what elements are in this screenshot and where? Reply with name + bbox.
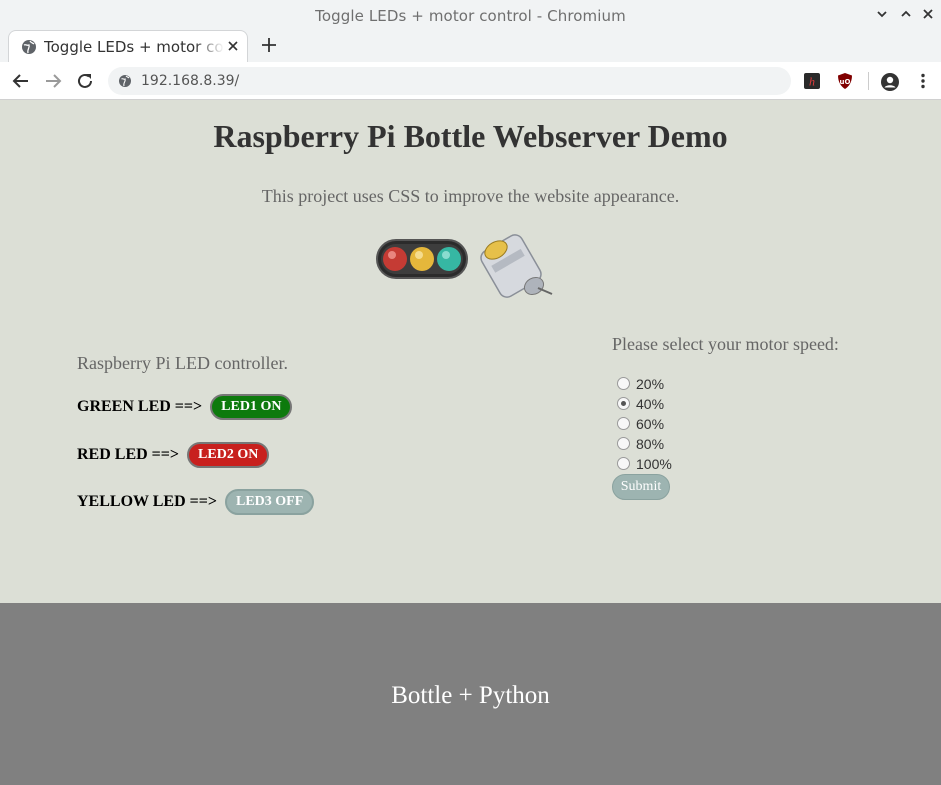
led-controller-heading: Raspberry Pi LED controller. <box>77 353 288 373</box>
minimize-icon[interactable] <box>873 5 891 23</box>
address-bar[interactable]: 192.168.8.39/ <box>108 67 791 95</box>
window-title: Toggle LEDs + motor control - Chromium <box>315 7 626 25</box>
led-row-yellow: YELLOW LED ==> LED3 OFF <box>77 489 315 515</box>
site-info-icon[interactable] <box>118 74 132 93</box>
speed-label-60: 60% <box>636 416 665 432</box>
header-images <box>376 228 566 313</box>
led-row-green: GREEN LED ==> LED1 ON <box>77 394 293 420</box>
forward-arrow-icon[interactable] <box>42 70 64 92</box>
speed-radio-60[interactable] <box>617 417 630 430</box>
led2-toggle-button[interactable]: LED2 ON <box>187 442 270 468</box>
profile-icon[interactable] <box>880 72 899 91</box>
motor-speed-form: Please select your motor speed: 20% 40% … <box>612 334 839 500</box>
page-content: Raspberry Pi Bottle Webserver Demo This … <box>0 101 941 603</box>
reload-icon[interactable] <box>74 70 96 92</box>
svg-text:uO: uO <box>840 78 851 86</box>
kebab-menu-icon[interactable] <box>914 72 932 90</box>
led1-toggle-button[interactable]: LED1 ON <box>210 394 293 420</box>
tab-title: Toggle LEDs + motor control <box>44 38 224 56</box>
tab-strip: Toggle LEDs + motor control <box>0 30 941 62</box>
speed-label-80: 80% <box>636 436 665 452</box>
speed-label-40: 40% <box>636 396 665 412</box>
page-subtitle: This project uses CSS to improve the web… <box>261 186 680 206</box>
close-window-icon[interactable] <box>919 5 937 23</box>
speed-radio-40[interactable] <box>617 397 630 410</box>
window-titlebar: Toggle LEDs + motor control - Chromium <box>0 0 941 30</box>
new-tab-icon[interactable] <box>258 34 280 56</box>
submit-button[interactable]: Submit <box>612 474 670 500</box>
footer-text: Bottle + Python <box>391 682 550 709</box>
ublock-icon[interactable]: uO <box>836 72 854 90</box>
svg-text:h: h <box>809 75 815 89</box>
maximize-icon[interactable] <box>897 5 915 23</box>
speed-label-20: 20% <box>636 376 665 392</box>
traffic-light-image <box>376 234 553 298</box>
led3-toggle-button[interactable]: LED3 OFF <box>224 489 315 515</box>
speed-radio-20[interactable] <box>617 377 630 390</box>
page-title: Raspberry Pi Bottle Webserver Demo <box>213 118 728 154</box>
motor-speed-heading: Please select your motor speed: <box>612 334 839 354</box>
browser-toolbar: 192.168.8.39/ h uO <box>0 62 941 100</box>
motor-image <box>480 234 553 298</box>
speed-radio-80[interactable] <box>617 437 630 450</box>
red-led-label: RED LED ==> <box>77 446 180 463</box>
led-controller: Raspberry Pi LED controller. GREEN LED =… <box>77 353 315 515</box>
speed-label-100: 100% <box>636 456 672 472</box>
led-row-red: RED LED ==> LED2 ON <box>77 442 270 468</box>
green-led-label: GREEN LED ==> <box>77 398 203 415</box>
page-footer: Bottle + Python <box>0 603 941 785</box>
globe-icon <box>21 39 37 60</box>
tab-close-icon[interactable] <box>223 36 243 56</box>
url-text: 192.168.8.39/ <box>141 73 240 89</box>
h-extension-icon[interactable]: h <box>803 72 821 90</box>
toolbar-divider <box>868 72 869 90</box>
tab-toggle-leds[interactable]: Toggle LEDs + motor control <box>8 30 248 62</box>
speed-radio-100[interactable] <box>617 457 630 470</box>
back-arrow-icon[interactable] <box>10 70 32 92</box>
yellow-led-label: YELLOW LED ==> <box>77 493 217 510</box>
